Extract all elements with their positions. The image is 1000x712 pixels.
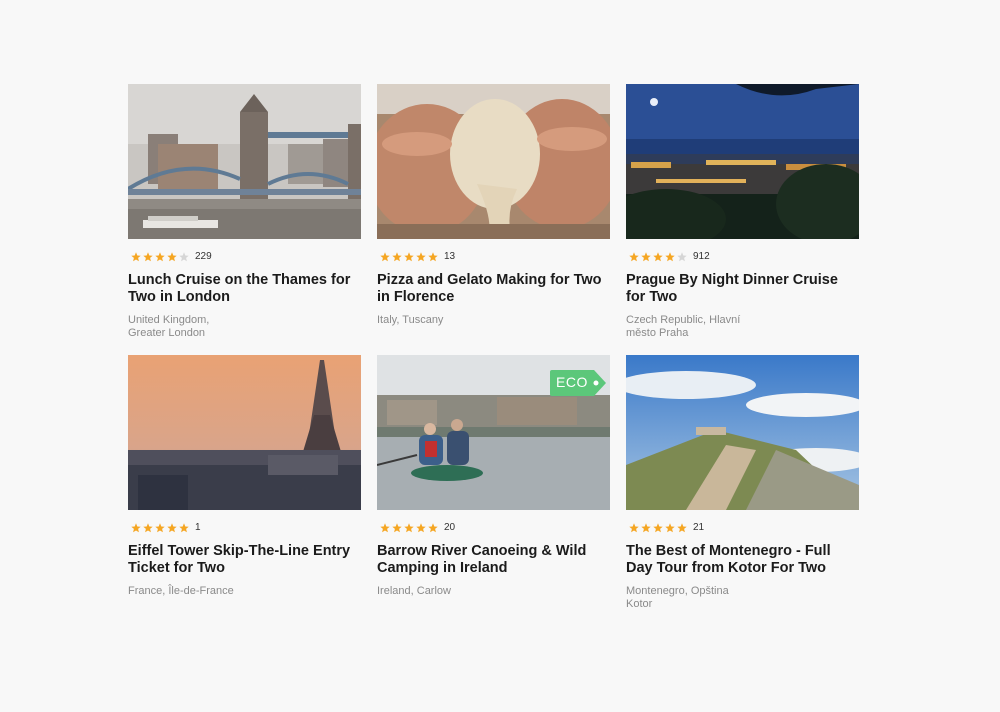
star-filled-icon	[641, 252, 651, 262]
experience-card-prague-night[interactable]: 912 Prague By Night Dinner Cruise for Tw…	[626, 84, 859, 355]
card-image[interactable]	[626, 84, 859, 239]
star-rating	[629, 523, 687, 533]
star-rating	[131, 523, 189, 533]
review-count: 13	[444, 251, 456, 262]
star-filled-icon	[629, 252, 639, 262]
location-line: Italy, Tuscany	[377, 314, 444, 326]
eco-badge: ECO	[548, 368, 608, 398]
star-filled-icon	[392, 252, 402, 262]
star-rating	[629, 252, 687, 262]
star-filled-icon	[677, 523, 687, 533]
experience-card-thames-cruise[interactable]: 229 Lunch Cruise on the Thames for Two i…	[128, 84, 361, 355]
location-line: France, Île-de-France	[128, 585, 234, 597]
location-line: United Kingdom,	[128, 314, 210, 326]
star-filled-icon	[380, 252, 390, 262]
star-filled-icon	[167, 252, 177, 262]
card-title[interactable]: Lunch Cruise on the Thames for Two in Lo…	[128, 272, 360, 306]
star-rating	[380, 252, 438, 262]
rating-row: 21	[629, 522, 859, 534]
star-filled-icon	[416, 252, 426, 262]
card-location: Ireland, Carlow	[377, 585, 610, 598]
card-title[interactable]: Prague By Night Dinner Cruise for Two	[626, 272, 858, 306]
location-line: Montenegro, Opština	[626, 585, 729, 597]
location-line: Czech Republic, Hlavní	[626, 314, 741, 326]
card-title[interactable]: Pizza and Gelato Making for Two in Flore…	[377, 272, 609, 306]
rating-row: 13	[380, 251, 610, 263]
star-filled-icon	[641, 523, 651, 533]
experience-grid: 229 Lunch Cruise on the Thames for Two i…	[128, 84, 859, 626]
review-count: 21	[693, 522, 705, 533]
star-filled-icon	[428, 252, 438, 262]
location-line: Greater London	[128, 327, 206, 339]
star-filled-icon	[428, 523, 438, 533]
card-image[interactable]	[128, 355, 361, 510]
pizza-dough-image	[377, 84, 610, 239]
star-filled-icon	[143, 252, 153, 262]
star-empty-icon	[677, 252, 687, 262]
star-filled-icon	[665, 252, 675, 262]
star-filled-icon	[155, 523, 165, 533]
review-count: 20	[444, 522, 456, 533]
star-filled-icon	[404, 252, 414, 262]
card-image[interactable]	[626, 355, 859, 510]
card-location: Czech Republic, Hlavní město Praha	[626, 314, 859, 340]
star-filled-icon	[131, 523, 141, 533]
location-line: město Praha	[626, 327, 689, 339]
card-image[interactable]	[128, 84, 361, 239]
star-filled-icon	[665, 523, 675, 533]
star-filled-icon	[167, 523, 177, 533]
rating-row: 229	[131, 251, 361, 263]
card-location: France, Île-de-France	[128, 585, 361, 598]
star-filled-icon	[380, 523, 390, 533]
star-filled-icon	[404, 523, 414, 533]
eiffel-tower-image	[128, 355, 361, 510]
review-count: 912	[693, 251, 710, 262]
card-location: Italy, Tuscany	[377, 314, 610, 327]
star-rating	[131, 252, 189, 262]
location-line: Ireland, Carlow	[377, 585, 451, 597]
card-location: Montenegro, Opština Kotor	[626, 585, 859, 611]
card-image[interactable]	[377, 84, 610, 239]
card-title[interactable]: The Best of Montenegro - Full Day Tour f…	[626, 543, 858, 577]
star-filled-icon	[653, 523, 663, 533]
experience-card-pizza-gelato[interactable]: 13 Pizza and Gelato Making for Two in Fl…	[377, 84, 610, 355]
eco-badge-label: ECO	[556, 374, 588, 390]
star-filled-icon	[653, 252, 663, 262]
rating-row: 912	[629, 251, 859, 263]
star-filled-icon	[392, 523, 402, 533]
card-location: United Kingdom, Greater London	[128, 314, 361, 340]
experience-card-eiffel-tower[interactable]: 1 Eiffel Tower Skip-The-Line Entry Ticke…	[128, 355, 361, 626]
experience-card-barrow-canoeing[interactable]: ECO 20 Barrow River Canoeing & Wild Camp…	[377, 355, 610, 626]
star-filled-icon	[143, 523, 153, 533]
star-filled-icon	[416, 523, 426, 533]
montenegro-mountain-image	[626, 355, 859, 510]
tower-bridge-image	[128, 84, 361, 239]
review-count: 1	[195, 522, 201, 533]
card-title[interactable]: Barrow River Canoeing & Wild Camping in …	[377, 543, 609, 577]
star-rating	[380, 523, 438, 533]
star-filled-icon	[155, 252, 165, 262]
card-title[interactable]: Eiffel Tower Skip-The-Line Entry Ticket …	[128, 543, 360, 577]
star-filled-icon	[179, 523, 189, 533]
prague-night-image	[626, 84, 859, 239]
experience-card-montenegro[interactable]: 21 The Best of Montenegro - Full Day Tou…	[626, 355, 859, 626]
rating-row: 1	[131, 522, 361, 534]
star-filled-icon	[629, 523, 639, 533]
review-count: 229	[195, 251, 212, 262]
star-empty-icon	[179, 252, 189, 262]
card-image[interactable]: ECO	[377, 355, 610, 510]
rating-row: 20	[380, 522, 610, 534]
location-line: Kotor	[626, 598, 653, 610]
star-filled-icon	[131, 252, 141, 262]
